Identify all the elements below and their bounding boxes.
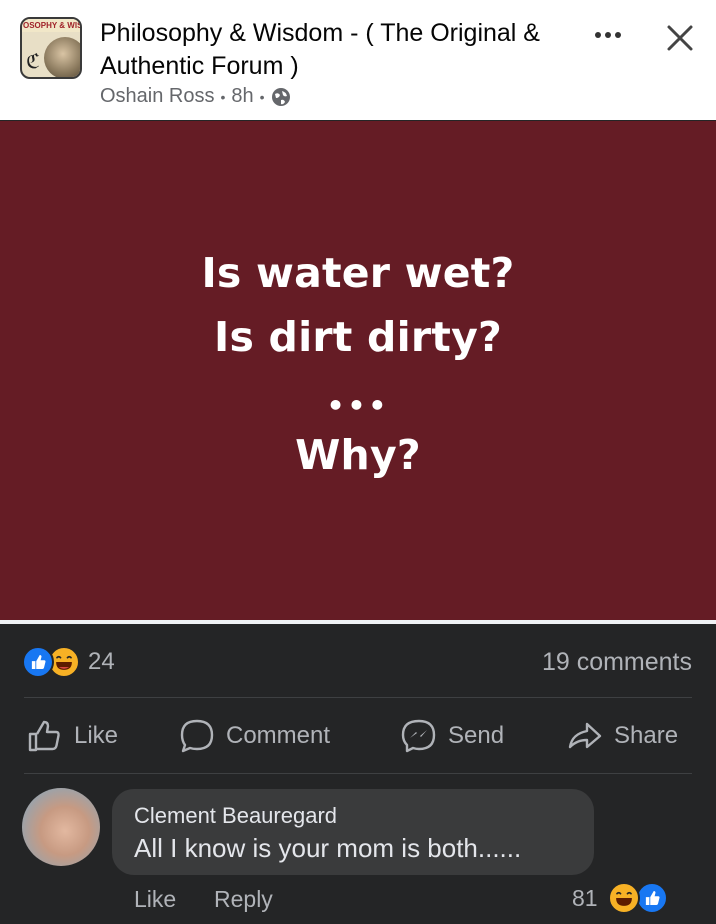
send-button[interactable]: Send	[400, 716, 504, 756]
comment-bubble-icon	[180, 719, 214, 753]
divider	[0, 620, 716, 624]
commenter-avatar[interactable]	[22, 788, 100, 866]
reaction-count: 24	[88, 648, 115, 675]
reaction-summary[interactable]: 24	[22, 646, 115, 678]
share-arrow-icon	[568, 722, 602, 749]
image-ellipsis: •••	[326, 389, 390, 422]
avatar-portrait	[44, 37, 80, 77]
group-avatar[interactable]: OSOPHY & WISD ℭ	[20, 17, 82, 79]
comment-author[interactable]: Clement Beauregard	[134, 803, 337, 829]
messenger-icon	[401, 719, 436, 753]
more-dot	[605, 32, 611, 38]
share-label: Share	[614, 722, 679, 749]
philosophy-glyph-icon: ℭ	[26, 49, 41, 73]
comment-button[interactable]: Comment	[178, 716, 330, 756]
like-button[interactable]: Like	[26, 716, 118, 756]
more-dot	[615, 32, 621, 38]
divider	[24, 697, 692, 698]
comment-reaction-count[interactable]: 81	[572, 885, 598, 912]
image-text-line: Is water wet?	[201, 249, 515, 297]
comment-like-link[interactable]: Like	[134, 886, 176, 913]
like-reaction-icon	[636, 882, 668, 914]
globe-icon	[271, 87, 290, 106]
haha-reaction-icon	[608, 882, 640, 914]
like-reaction-icon	[22, 646, 54, 678]
post-header: OSOPHY & WISD ℭ Philosophy & Wisdom - ( …	[0, 0, 716, 120]
more-dots-icon	[595, 32, 601, 38]
image-text-line: Is dirt dirty?	[214, 313, 502, 361]
more-options-button[interactable]	[588, 20, 628, 50]
comment-reply-link[interactable]: Reply	[214, 886, 273, 913]
separator-dot: •	[220, 88, 226, 105]
image-text-line: Why?	[295, 431, 421, 479]
avatar-banner-text: OSOPHY & WISD	[22, 19, 80, 32]
like-label: Like	[74, 722, 119, 749]
thumbs-up-icon	[28, 720, 60, 752]
post-image[interactable]: Is water wet? Is dirt dirty? ••• Why?	[0, 121, 716, 620]
post-meta: Oshain Ross • 8h •	[100, 85, 291, 108]
divider	[24, 773, 692, 774]
send-label: Send	[448, 722, 505, 749]
close-icon[interactable]	[660, 18, 700, 58]
group-name[interactable]: Philosophy & Wisdom - ( The Original & A…	[100, 17, 570, 83]
comment-bubble: Clement Beauregard All I know is your mo…	[112, 789, 594, 875]
post-time[interactable]: 8h	[231, 85, 253, 108]
share-button[interactable]: Share	[566, 716, 678, 756]
author-name[interactable]: Oshain Ross	[100, 85, 215, 108]
comments-count[interactable]: 19 comments	[542, 648, 692, 677]
separator-dot: •	[259, 88, 265, 105]
comment-label: Comment	[226, 722, 331, 749]
comment-text: All I know is your mom is both......	[134, 833, 522, 863]
